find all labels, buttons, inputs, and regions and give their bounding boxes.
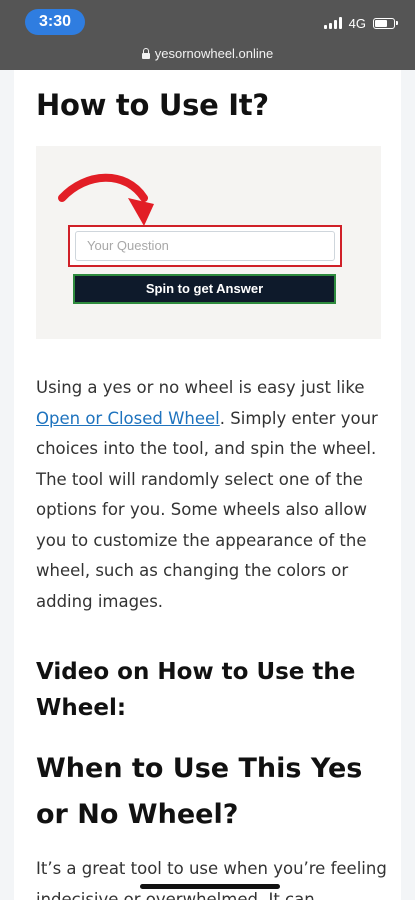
home-indicator[interactable]: [140, 884, 280, 889]
lock-icon: [141, 47, 150, 59]
battery-level: [375, 19, 387, 27]
section-title-when-to-use: When to Use This Yes or No Wheel?: [36, 753, 363, 830]
url-text: yesornowheel.online: [154, 45, 274, 61]
battery-icon: [373, 17, 398, 29]
demo-question-frame: Your Question: [68, 225, 342, 267]
when-to-use-paragraph: It’s a great tool to use when you’re fee…: [36, 859, 387, 900]
intro-text-after-link: . Simply enter your choices into the too…: [36, 408, 378, 611]
web-page: How to Use It? Your Question Spin to get…: [0, 70, 415, 900]
browser-status-bar: 3:30 4G yesornowheel.online: [0, 0, 415, 70]
section-title-video: Video on How to Use the Wheel:: [36, 659, 356, 721]
status-time: 3:30: [25, 9, 85, 35]
section-title-how-to-use: How to Use It?: [36, 88, 269, 122]
intro-paragraph: Using a yes or no wheel is easy just lik…: [36, 373, 388, 617]
intro-text-before-link: Using a yes or no wheel is easy just lik…: [36, 378, 365, 397]
signal-icon: [323, 17, 342, 29]
demo-question-input: Your Question: [75, 231, 335, 261]
network-type: 4G: [348, 15, 366, 31]
demo-spin-button: Spin to get Answer: [73, 274, 336, 304]
status-indicators: 4G: [323, 14, 398, 32]
address-bar[interactable]: yesornowheel.online: [0, 44, 415, 62]
open-or-closed-wheel-link[interactable]: Open or Closed Wheel: [36, 409, 220, 428]
red-arrow-icon: [58, 173, 154, 226]
how-to-demo-image: Your Question Spin to get Answer: [36, 146, 381, 339]
